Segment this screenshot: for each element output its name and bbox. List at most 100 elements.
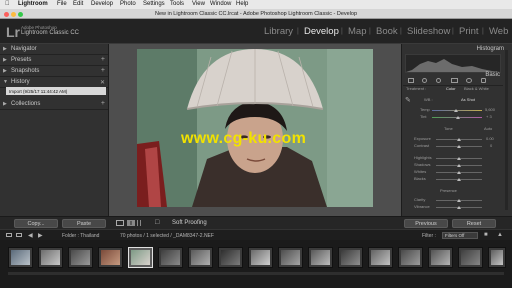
shadows-slider-knob[interactable]	[457, 164, 461, 167]
copy-settings-button[interactable]: Copy...	[14, 219, 58, 228]
filmstrip-thumbnail[interactable]	[458, 247, 483, 268]
vibrance-slider-knob[interactable]	[457, 206, 461, 209]
menu-app[interactable]: Lightroom	[18, 1, 48, 7]
radial-filter-icon[interactable]	[466, 78, 472, 83]
left-panel: ▶ Navigator ▶ Presets + ▶ Snapshots + ▼ …	[0, 44, 109, 229]
tint-slider-knob[interactable]	[456, 116, 460, 119]
adjustment-brush-icon[interactable]	[481, 78, 486, 83]
contrast-slider-knob[interactable]	[457, 145, 461, 148]
reset-button[interactable]: Reset	[452, 219, 496, 228]
loupe-view-icon[interactable]	[116, 220, 124, 226]
grid-view-icon[interactable]	[16, 233, 22, 237]
treatment-color-button[interactable]: Color	[446, 86, 456, 91]
module-slideshow[interactable]: Slideshow	[407, 26, 450, 37]
develop-photo[interactable]	[137, 49, 373, 207]
crop-tool-icon[interactable]	[408, 78, 414, 83]
whites-slider-knob[interactable]	[457, 171, 461, 174]
before-after-icon[interactable]	[127, 220, 135, 226]
tone-auto-button[interactable]: Auto	[484, 126, 492, 131]
module-book[interactable]: Book	[376, 26, 398, 37]
filmstrip-toggle-icon[interactable]: ▲	[497, 232, 503, 238]
filmstrip-thumbnail[interactable]	[398, 247, 423, 268]
forward-arrow-icon[interactable]: ▶	[38, 232, 43, 239]
filmstrip-thumbnail[interactable]	[278, 247, 303, 268]
module-map[interactable]: Map	[348, 26, 366, 37]
spot-removal-icon[interactable]	[422, 78, 427, 83]
filmstrip-thumbnail[interactable]	[68, 247, 93, 268]
menu-tools[interactable]: Tools	[170, 1, 184, 7]
add-collection-icon[interactable]: +	[101, 100, 105, 107]
add-preset-icon[interactable]: +	[101, 56, 105, 63]
expanded-triangle-icon: ▼	[3, 79, 8, 85]
menu-help[interactable]: Help	[236, 1, 248, 7]
histogram-curve	[406, 59, 500, 72]
navigator-label: Navigator	[11, 46, 37, 52]
tint-value[interactable]: + 3	[486, 114, 492, 119]
snapshots-panel-header[interactable]: ▶ Snapshots +	[0, 66, 108, 77]
histogram-graph[interactable]	[405, 54, 501, 73]
filmstrip-thumbnail[interactable]	[488, 247, 506, 268]
clarity-slider-knob[interactable]	[457, 199, 461, 202]
basic-panel-header[interactable]: Basic	[485, 72, 500, 78]
paste-settings-button[interactable]: Paste	[62, 219, 106, 228]
highlights-slider-knob[interactable]	[457, 157, 461, 160]
filmstrip-thumbnail[interactable]	[368, 247, 393, 268]
filmstrip-thumbnail[interactable]	[8, 247, 33, 268]
thumbnail-image	[161, 250, 180, 265]
menu-develop[interactable]: Develop	[91, 1, 113, 7]
navigator-panel-header[interactable]: ▶ Navigator	[0, 44, 108, 55]
module-web[interactable]: Web	[489, 26, 508, 37]
filmstrip-thumbnail[interactable]	[338, 247, 363, 268]
exposure-slider-knob[interactable]	[457, 138, 461, 141]
collections-panel-header[interactable]: ▶ Collections +	[0, 99, 108, 110]
histogram-label[interactable]: Histogram	[477, 46, 504, 52]
filmstrip-thumbnail[interactable]	[38, 247, 63, 268]
menu-window[interactable]: Window	[210, 1, 231, 7]
menu-edit[interactable]: Edit	[73, 1, 83, 7]
apple-menu-icon[interactable]: 	[5, 1, 10, 7]
filmstrip-thumbnail[interactable]	[158, 247, 183, 268]
temp-slider-knob[interactable]	[454, 109, 458, 112]
module-separator: |	[341, 28, 343, 35]
filter-switch-icon[interactable]: ■	[484, 232, 488, 238]
add-snapshot-icon[interactable]: +	[101, 67, 105, 74]
blacks-label: Blacks	[414, 176, 426, 181]
back-arrow-icon[interactable]: ◀	[28, 232, 33, 239]
vibrance-label: Vibrance	[414, 204, 430, 209]
eyedropper-icon[interactable]: ✎	[405, 96, 411, 104]
filmstrip-folder[interactable]: Folder : Thailand	[62, 233, 99, 239]
graduated-filter-icon[interactable]	[451, 78, 458, 83]
filmstrip-info[interactable]: 70 photos / 1 selected / _DAM8347-2.NEF	[120, 233, 214, 239]
module-develop[interactable]: Develop	[304, 26, 339, 37]
temp-value[interactable]: 5,600	[485, 107, 495, 112]
red-eye-icon[interactable]	[436, 78, 441, 83]
filmstrip-scrollbar[interactable]	[8, 272, 504, 275]
wb-select[interactable]: As Shot	[461, 97, 475, 102]
menu-view[interactable]: View	[192, 1, 205, 7]
filmstrip-thumbnail[interactable]	[248, 247, 273, 268]
previous-button[interactable]: Previous	[404, 219, 448, 228]
filmstrip-thumbnail[interactable]	[188, 247, 213, 268]
module-library[interactable]: Library	[264, 26, 293, 37]
filmstrip-thumbnail[interactable]	[218, 247, 243, 268]
menu-file[interactable]: File	[57, 1, 67, 7]
treatment-bw-button[interactable]: Black & White	[464, 86, 489, 91]
filmstrip-thumbnail-selected[interactable]	[128, 247, 153, 268]
blacks-slider-knob[interactable]	[457, 178, 461, 181]
soft-proofing-checkbox[interactable]: □	[155, 219, 159, 226]
right-panel-scrollbar[interactable]	[505, 50, 508, 210]
contrast-value[interactable]: 0	[490, 143, 492, 148]
before-after-dropdown-icon[interactable]	[137, 220, 141, 226]
menu-settings[interactable]: Settings	[143, 1, 165, 7]
exposure-value[interactable]: 0.00	[486, 136, 494, 141]
presets-panel-header[interactable]: ▶ Presets +	[0, 55, 108, 66]
filmstrip-thumbnail[interactable]	[308, 247, 333, 268]
clear-history-icon[interactable]: ✕	[100, 79, 105, 86]
history-step[interactable]: Import (9/25/17 11:44:42 AM)	[6, 87, 106, 95]
filter-select[interactable]: Filters Off	[442, 232, 478, 239]
module-print[interactable]: Print	[459, 26, 479, 37]
filmstrip-thumbnail[interactable]	[98, 247, 123, 268]
menu-photo[interactable]: Photo	[120, 1, 136, 7]
filmstrip-thumbnail[interactable]	[428, 247, 453, 268]
secondary-display-icon[interactable]	[6, 233, 12, 237]
